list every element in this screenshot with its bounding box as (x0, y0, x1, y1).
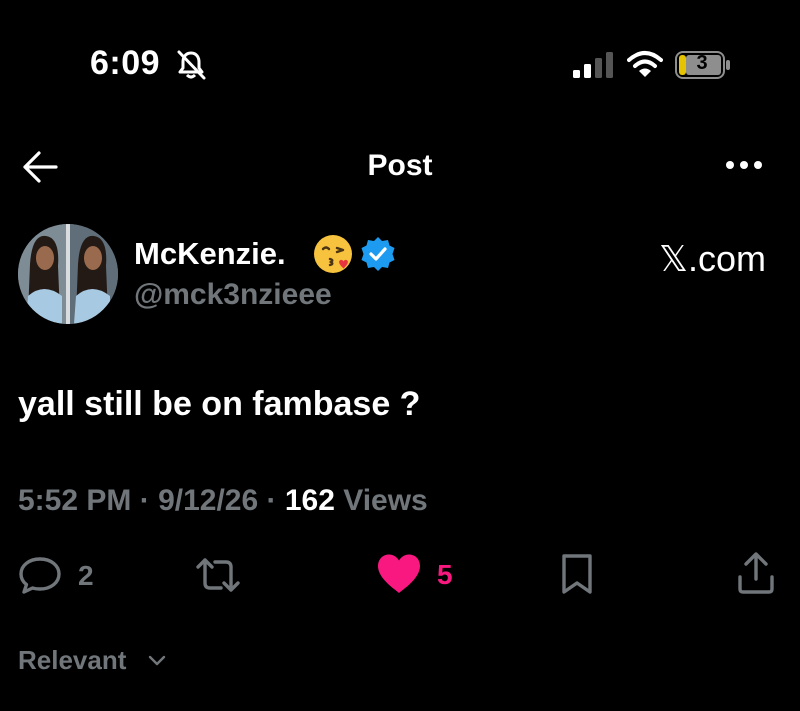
signal-icon (573, 52, 615, 78)
page-title: Post (0, 149, 800, 183)
post-time: 5:52 PM (18, 484, 131, 517)
wifi-icon (627, 50, 663, 78)
post-meta: 5:52 PM · 9/12/26 · 162 Views (18, 484, 428, 518)
repost-icon[interactable] (194, 556, 242, 594)
post-date: 9/12/26 (158, 484, 258, 517)
battery-level: 3 (683, 52, 721, 75)
reply-count: 2 (78, 560, 94, 592)
bookmark-icon[interactable] (558, 553, 596, 595)
post-text: yall still be on fambase ? (18, 385, 420, 424)
sort-replies-button[interactable]: Relevant (18, 645, 126, 676)
author-name[interactable]: McKenzie. (134, 236, 286, 272)
meta-separator: · (267, 484, 285, 517)
author-handle[interactable]: @mck3nzieee (134, 278, 332, 312)
brand-watermark: 𝕏.com (659, 238, 766, 280)
verified-badge-icon (360, 236, 396, 272)
bell-slash-icon (174, 48, 208, 82)
heart-icon[interactable] (376, 553, 422, 595)
avatar[interactable] (18, 224, 118, 324)
chevron-down-icon[interactable] (147, 654, 167, 668)
reply-icon[interactable] (18, 556, 62, 594)
more-icon[interactable] (724, 158, 764, 172)
meta-separator: · (140, 484, 158, 517)
status-time: 6:09 (90, 44, 160, 83)
like-count: 5 (437, 559, 453, 591)
share-icon[interactable] (736, 551, 776, 595)
views-label: Views (343, 484, 428, 517)
views-count: 162 (285, 484, 335, 517)
kissing-face-emoji (312, 233, 354, 275)
